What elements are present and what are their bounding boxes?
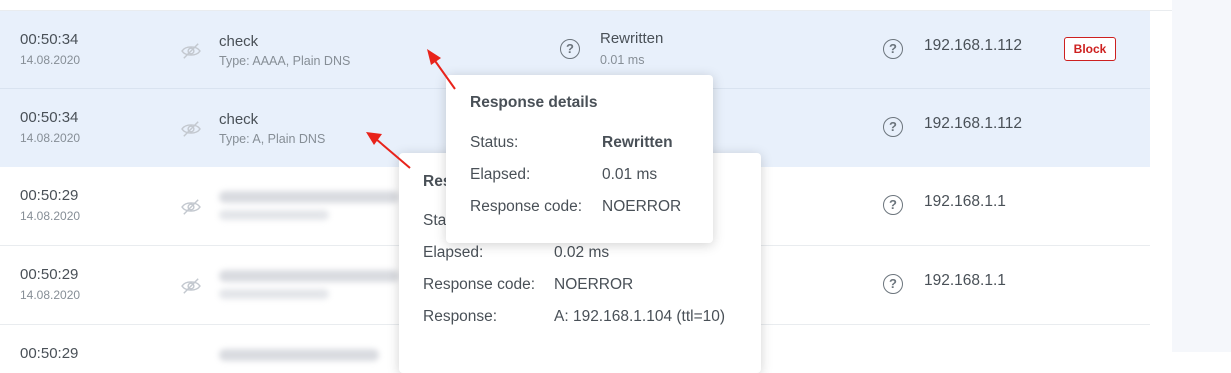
response-elapsed: 0.01 ms bbox=[600, 53, 645, 67]
blurred-type bbox=[219, 210, 329, 220]
popup-code-label: Response code: bbox=[470, 198, 583, 215]
popup-title: Response details bbox=[470, 94, 598, 111]
popup-code-value: NOERROR bbox=[554, 276, 634, 293]
question-circle-icon[interactable]: ? bbox=[883, 39, 903, 59]
row-time: 00:50:34 bbox=[20, 109, 79, 126]
question-circle-icon[interactable]: ? bbox=[883, 117, 903, 137]
blurred-domain bbox=[219, 349, 379, 361]
row-type: Type: A, Plain DNS bbox=[219, 132, 326, 146]
eye-slash-icon bbox=[181, 43, 201, 59]
popup-elapsed-label: Elapsed: bbox=[423, 244, 484, 261]
popup-elapsed-label: Elapsed: bbox=[470, 166, 531, 183]
popup-status-label: Status: bbox=[470, 134, 519, 151]
blurred-domain bbox=[219, 191, 399, 203]
row-time: 00:50:29 bbox=[20, 345, 79, 362]
popup-response-label: Response: bbox=[423, 308, 498, 325]
block-button[interactable]: Block bbox=[1064, 37, 1116, 61]
question-circle-icon[interactable]: ? bbox=[883, 274, 903, 294]
question-circle-icon[interactable]: ? bbox=[883, 195, 903, 215]
row-domain[interactable]: check bbox=[219, 111, 258, 128]
eye-slash-icon bbox=[181, 121, 201, 137]
question-circle-icon[interactable]: ? bbox=[560, 39, 580, 59]
row-date: 14.08.2020 bbox=[20, 131, 81, 145]
client-ip[interactable]: 192.168.1.1 bbox=[924, 272, 1006, 290]
popup-response-value: A: 192.168.1.104 (ttl=10) bbox=[554, 308, 726, 325]
popup-code-label: Response code: bbox=[423, 276, 536, 293]
popup-code-value: NOERROR bbox=[602, 198, 682, 215]
row-time: 00:50:29 bbox=[20, 266, 79, 283]
row-date: 14.08.2020 bbox=[20, 53, 81, 67]
row-time: 00:50:29 bbox=[20, 187, 79, 204]
eye-slash-icon bbox=[181, 199, 201, 215]
row-date: 14.08.2020 bbox=[20, 209, 81, 223]
response-status: Rewritten bbox=[600, 30, 664, 47]
popup-elapsed-value: 0.01 ms bbox=[602, 166, 658, 183]
response-details-popup: Response details Status: Rewritten Elaps… bbox=[446, 75, 713, 243]
row-domain[interactable]: check bbox=[219, 33, 258, 50]
client-ip[interactable]: 192.168.1.112 bbox=[924, 115, 1022, 133]
blurred-type bbox=[219, 289, 329, 299]
client-ip[interactable]: 192.168.1.1 bbox=[924, 193, 1006, 211]
popup-status-value: Rewritten bbox=[602, 134, 673, 151]
eye-slash-icon bbox=[181, 278, 201, 294]
row-type: Type: AAAA, Plain DNS bbox=[219, 54, 351, 68]
right-gutter bbox=[1172, 0, 1231, 352]
row-time: 00:50:34 bbox=[20, 31, 79, 48]
client-ip[interactable]: 192.168.1.112 bbox=[924, 37, 1022, 55]
blurred-domain bbox=[219, 270, 399, 282]
row-date: 14.08.2020 bbox=[20, 288, 81, 302]
popup-elapsed-value: 0.02 ms bbox=[554, 244, 610, 261]
